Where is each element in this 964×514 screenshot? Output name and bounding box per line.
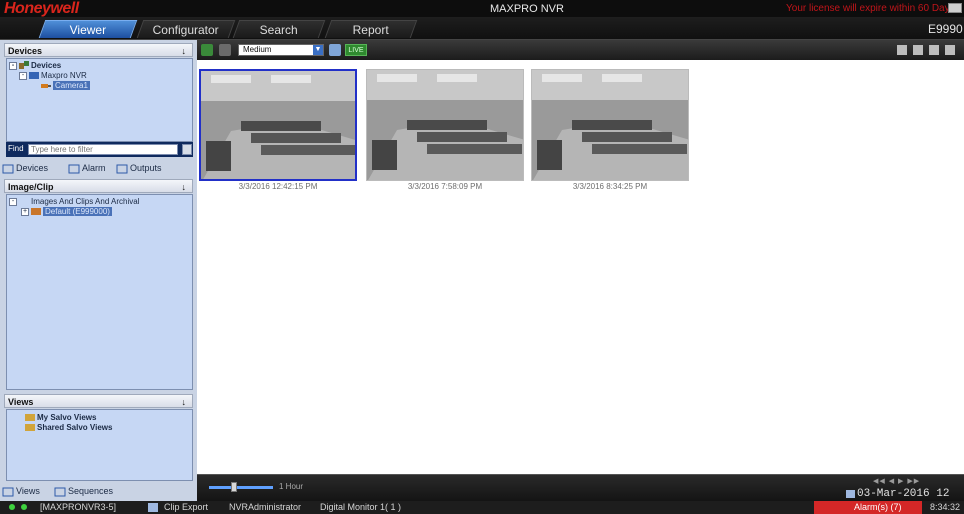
find-label: Find [8,144,24,153]
tab-configurator[interactable]: Configurator [136,20,236,38]
outputs-icon [116,164,128,174]
status-bar: [MAXPRONVR3-5] Clip Export NVRAdministra… [0,501,964,514]
timeline-date: 03-Mar-2016 12 [857,488,950,500]
tree-item-my-salvo-views[interactable]: My Salvo Views [25,413,96,422]
tree-item-shared-salvo-views[interactable]: Shared Salvo Views [25,423,112,432]
license-warning: Your license will expire within 60 Day(s… [786,3,962,14]
status-server: [MAXPRONVR3-5] [40,502,117,512]
maxpro-nvr-window: Honeywell MAXPRO NVR Your license will e… [0,0,964,514]
status-user: NVRAdministrator [229,502,302,512]
salvo-view-icon [25,424,35,432]
tab-sequences[interactable]: Sequences [54,484,113,498]
thumbnail-timestamp: 3/3/2016 12:42:15 PM [238,182,318,191]
tree-item-images-clips[interactable]: - Images And Clips And Archival [9,197,140,206]
tab-report[interactable]: Report [324,20,418,38]
status-ok-icon [9,504,15,510]
expand-icon[interactable]: + [21,207,29,216]
thumbnail-timestamp: 3/3/2016 7:58:09 PM [407,182,483,191]
tree-item-devices[interactable]: - Devices [9,61,61,70]
layout-4x4-icon[interactable] [945,45,955,55]
devices-icon [2,164,14,174]
tab-search[interactable]: Search [232,20,326,38]
main-viewer-area: Medium ▼ LIVE 3/3/2016 12:42:15 PM 3/3/2… [197,40,964,501]
layout-2x2-icon[interactable] [897,45,907,55]
chevron-down-icon[interactable]: ▼ [313,45,323,55]
collapse-icon[interactable]: - [19,71,27,80]
tab-alarm[interactable]: Alarm [68,161,106,175]
honeywell-logo: Honeywell [4,0,79,17]
devices-panel-header: Devices ↓ [4,43,193,57]
image-clip-panel-header: Image/Clip ↓ [4,179,193,193]
zoom-slider-label: 1 Hour [279,482,304,491]
salvo-view-icon [25,414,35,422]
find-row: Find [6,142,193,157]
status-ok-icon [21,504,27,510]
folder-icon [31,208,41,216]
collapse-icon[interactable]: - [9,197,17,206]
pin-icon[interactable]: ↓ [182,44,187,58]
thumbnail-timestamp: 3/3/2016 8:34:25 PM [572,182,648,191]
status-monitor: Digital Monitor 1( 1 ) [320,502,402,512]
tab-devices[interactable]: Devices [2,161,48,175]
tab-outputs[interactable]: Outputs [116,161,162,175]
views-icon [2,487,14,497]
snapshot-thumbnail[interactable] [199,69,357,181]
live-button[interactable]: LIVE [345,44,367,56]
alarm-icon [68,164,80,174]
back-arrow-icon[interactable] [201,44,213,56]
layout-3x3-icon[interactable] [929,45,939,55]
device-filter-input[interactable] [28,144,178,155]
devices-tree: - Devices - Maxpro NVR Camera1 [6,58,193,142]
nvr-icon [29,72,39,80]
snapshot-thumbnail[interactable] [366,69,524,181]
title-bar: Honeywell MAXPRO NVR Your license will e… [0,0,964,17]
clip-export-button[interactable]: Clip Export [164,502,208,512]
office-snapshot-image [532,70,688,180]
main-tab-bar: Viewer Configurator Search Report [0,17,964,40]
collapse-icon[interactable]: - [9,61,17,70]
clip-export-icon [148,503,158,512]
devices-icon [19,61,29,70]
minimize-icon[interactable] [948,3,962,13]
devices-tab-strip: Devices Alarm Outputs [0,160,197,176]
tab-viewer[interactable]: Viewer [38,20,138,38]
zoom-slider-track[interactable] [209,486,273,489]
timeline-bar: 1 Hour ◀◀ ◀ ▶ ▶▶ 03-Mar-2016 12 [197,474,964,501]
sequences-icon [54,487,66,497]
forward-arrow-icon[interactable] [219,44,231,56]
camera-icon [41,84,51,89]
tree-item-default[interactable]: + Default (E999000) [21,207,112,216]
pin-icon[interactable]: ↓ [182,395,187,409]
office-snapshot-image [367,70,523,180]
viewer-toolbar: Medium ▼ LIVE [197,40,964,60]
server-id: E9990 [928,22,963,36]
snapshot-thumbnail[interactable] [531,69,689,181]
pin-icon[interactable]: ↓ [182,180,187,194]
left-panel: Devices ↓ - Devices - Maxpro NVR Camera1 F… [0,40,197,501]
timeline-nav-arrows[interactable]: ◀◀ ◀ ▶ ▶▶ [873,477,920,485]
filter-button[interactable] [182,144,192,155]
image-clip-tree: - Images And Clips And Archival + Default … [6,194,193,390]
app-title: MAXPRO NVR [490,3,564,15]
status-time: 8:34:32 [930,502,961,512]
tab-views[interactable]: Views [2,484,40,498]
views-panel-header: Views ↓ [4,394,193,408]
office-snapshot-image [201,71,355,179]
calendar-icon[interactable] [846,490,855,498]
alarm-count-button[interactable]: Alarm(s) (7) [814,501,922,514]
tree-item-camera[interactable]: Camera1 [41,81,90,90]
layout-1x1-icon[interactable] [913,45,923,55]
views-tree: My Salvo Views Shared Salvo Views [6,409,193,481]
snapshot-icon[interactable] [329,44,341,56]
zoom-slider-handle[interactable] [231,482,237,492]
tree-item-nvr[interactable]: - Maxpro NVR [19,71,87,80]
views-tab-strip: Views Sequences [0,483,197,499]
quality-select[interactable]: Medium ▼ [238,44,324,56]
